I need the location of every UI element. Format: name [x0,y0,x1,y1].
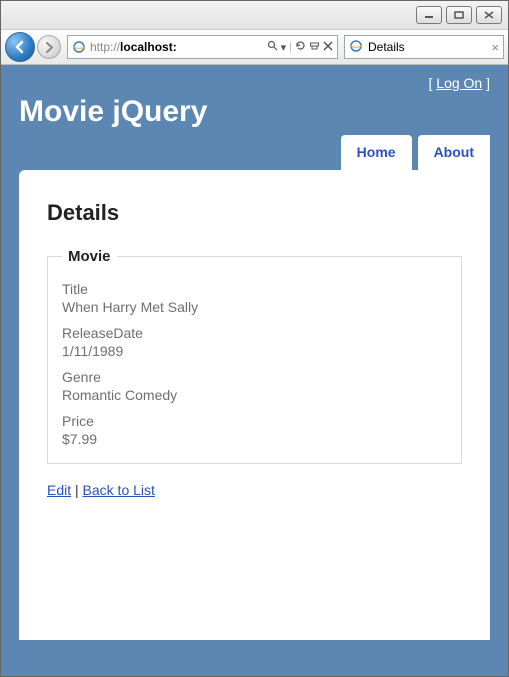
refresh-icon[interactable] [295,40,306,54]
minimize-icon [424,11,434,19]
tab-about[interactable]: About [418,135,490,170]
close-icon [484,11,494,19]
label-genre: Genre [62,369,447,385]
arrow-left-icon [13,40,27,54]
content-card: Details Movie Title When Harry Met Sally… [19,170,490,640]
tab-close-icon[interactable]: × [491,40,499,55]
browser-tab[interactable]: Details × [344,35,504,59]
url-text: http://localhost: [90,40,263,54]
address-tools: ▾ | [267,40,333,54]
address-bar[interactable]: http://localhost: ▾ | [67,35,338,59]
forward-button[interactable] [37,35,61,59]
label-title: Title [62,281,447,297]
compat-icon[interactable] [309,40,320,54]
close-window-button[interactable] [476,6,502,24]
nav-tabs: Home About [19,135,490,170]
label-price: Price [62,413,447,429]
search-icon[interactable] [267,40,278,54]
arrow-right-icon [44,42,55,53]
ie-page-icon [72,40,86,54]
back-to-list-link[interactable]: Back to List [83,482,155,498]
logon-link[interactable]: Log On [436,75,482,91]
maximize-icon [454,11,464,19]
logon-row: [ Log On ] [19,75,490,91]
minimize-button[interactable] [416,6,442,24]
action-separator: | [71,482,82,498]
value-title: When Harry Met Sally [62,299,447,315]
dropdown-icon[interactable]: ▾ [281,41,287,54]
browser-window: http://localhost: ▾ | Details × [ Log On… [0,0,509,677]
label-release-date: ReleaseDate [62,325,447,341]
fieldset-legend: Movie [62,248,117,265]
page-heading: Details [47,200,462,226]
value-release-date: 1/11/1989 [62,343,447,359]
action-row: Edit | Back to List [47,482,462,498]
edit-link[interactable]: Edit [47,482,71,498]
page-viewport: [ Log On ] Movie jQuery Home About Detai… [1,65,508,676]
movie-fieldset: Movie Title When Harry Met Sally Release… [47,248,462,464]
tab-title: Details [368,40,405,54]
value-genre: Romantic Comedy [62,387,447,403]
tab-home[interactable]: Home [341,135,412,170]
ie-page-icon [349,39,363,56]
browser-nav-toolbar: http://localhost: ▾ | Details × [1,29,508,65]
maximize-button[interactable] [446,6,472,24]
app-title: Movie jQuery [19,95,490,129]
stop-icon[interactable] [323,41,333,54]
back-button[interactable] [5,32,35,62]
window-titlebar [1,1,508,29]
value-price: $7.99 [62,431,447,447]
